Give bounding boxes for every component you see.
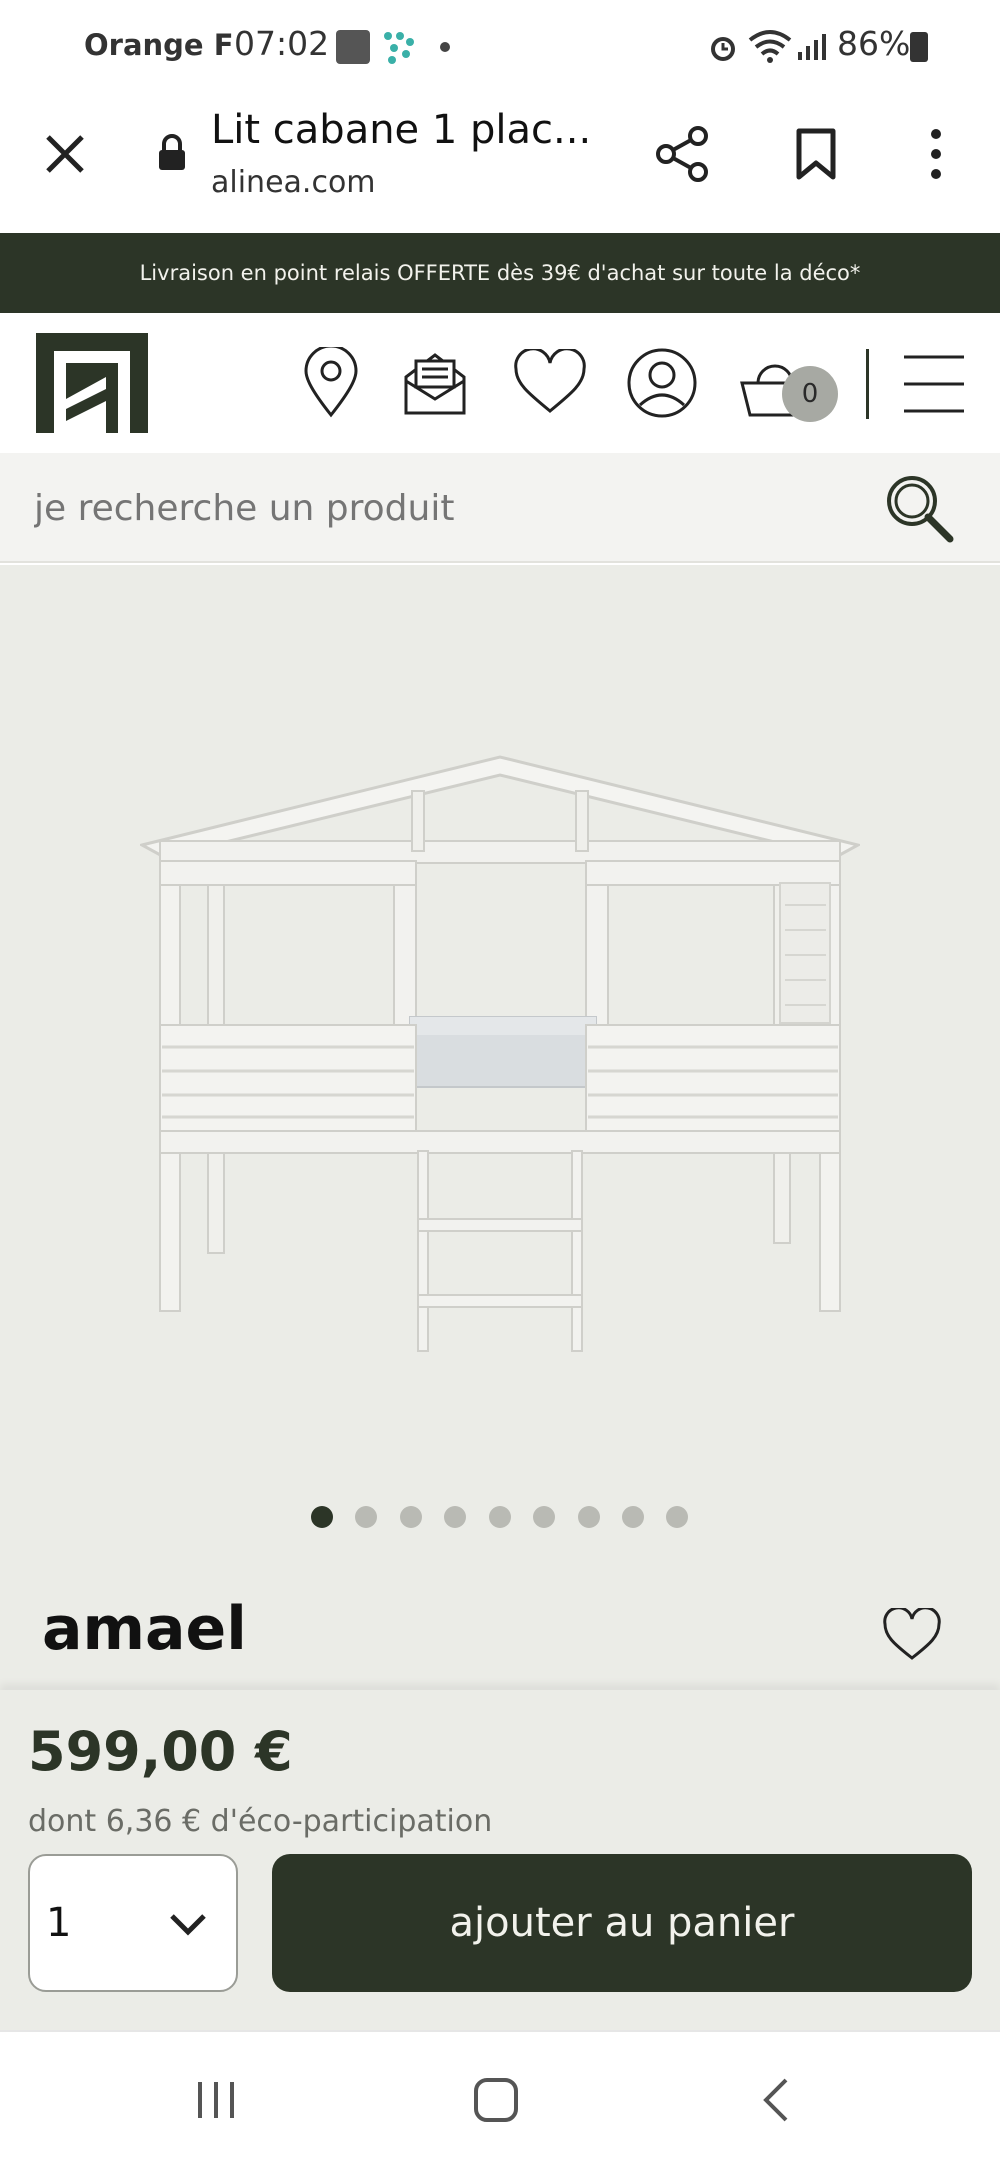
lock-icon bbox=[156, 133, 188, 177]
carrier-label: Orange F bbox=[84, 28, 234, 62]
gallery-dot-9[interactable] bbox=[666, 1506, 688, 1528]
gallery-dot-4[interactable] bbox=[444, 1506, 466, 1528]
product-image-cabin-bed[interactable] bbox=[137, 755, 863, 1359]
search-icon[interactable] bbox=[884, 473, 956, 549]
newsletter-mail-icon[interactable] bbox=[402, 351, 468, 421]
alinea-logo[interactable] bbox=[36, 333, 148, 437]
system-nav-bar bbox=[0, 2030, 1000, 2165]
gallery-dot-2[interactable] bbox=[355, 1506, 377, 1528]
page-title[interactable]: Lit cabane 1 plac... bbox=[211, 107, 591, 153]
more-options-icon[interactable] bbox=[926, 127, 946, 185]
notification-dots-icon bbox=[382, 30, 416, 68]
search-input[interactable] bbox=[34, 483, 854, 533]
add-to-wishlist-heart-icon[interactable] bbox=[882, 1606, 942, 1666]
quantity-value: 1 bbox=[46, 1900, 72, 1946]
account-icon[interactable] bbox=[626, 347, 698, 423]
clock: 07:02 bbox=[234, 24, 330, 63]
search-bar bbox=[0, 453, 1000, 563]
browser-toolbar: Lit cabane 1 plac... alinea.com bbox=[0, 95, 1000, 233]
gallery-dot-3[interactable] bbox=[400, 1506, 422, 1528]
hamburger-menu-icon[interactable] bbox=[902, 353, 966, 419]
add-to-cart-button[interactable]: ajouter au panier bbox=[272, 1854, 972, 1992]
close-tab-icon[interactable] bbox=[42, 131, 88, 181]
gallery-dot-6[interactable] bbox=[533, 1506, 555, 1528]
eco-participation-text: dont 6,36 € d'éco-participation bbox=[28, 1804, 493, 1839]
page-domain[interactable]: alinea.com bbox=[211, 165, 376, 200]
gallery-dot-5[interactable] bbox=[489, 1506, 511, 1528]
promo-banner[interactable]: Livraison en point relais OFFERTE dès 39… bbox=[0, 233, 1000, 313]
recent-apps-icon[interactable] bbox=[194, 2078, 238, 2126]
back-icon[interactable] bbox=[760, 2076, 790, 2128]
battery-percent: 86% bbox=[837, 24, 911, 63]
gallery-dot-7[interactable] bbox=[578, 1506, 600, 1528]
gallery-dot-8[interactable] bbox=[622, 1506, 644, 1528]
share-icon[interactable] bbox=[654, 125, 712, 187]
site-header: 0 bbox=[0, 313, 1000, 453]
more-notifications-dot-icon bbox=[440, 42, 450, 52]
gallery-dot-1[interactable] bbox=[311, 1506, 333, 1528]
quantity-select[interactable]: 1 bbox=[28, 1854, 238, 1992]
home-icon[interactable] bbox=[472, 2076, 520, 2128]
signal-icon bbox=[796, 32, 828, 66]
wifi-icon bbox=[748, 28, 792, 68]
header-divider bbox=[866, 349, 869, 419]
alarm-icon bbox=[706, 30, 740, 68]
battery-icon bbox=[910, 32, 928, 62]
add-to-cart-label: ajouter au panier bbox=[449, 1900, 795, 1946]
product-price: 599,00 € bbox=[28, 1720, 293, 1783]
product-name: amael bbox=[42, 1594, 247, 1664]
purchase-panel: 599,00 € dont 6,36 € d'éco-participation… bbox=[0, 1690, 1000, 2030]
bookmark-icon[interactable] bbox=[794, 127, 838, 185]
notification-app-icon bbox=[336, 30, 370, 64]
product-gallery[interactable] bbox=[0, 565, 1000, 1690]
chevron-down-icon bbox=[168, 1912, 208, 1942]
status-bar: Orange F 07:02 86% bbox=[0, 0, 1000, 95]
store-locator-icon[interactable] bbox=[302, 344, 360, 423]
wishlist-heart-icon[interactable] bbox=[512, 347, 588, 419]
cart-count-badge: 0 bbox=[782, 366, 838, 422]
promo-text: Livraison en point relais OFFERTE dès 39… bbox=[139, 261, 861, 285]
